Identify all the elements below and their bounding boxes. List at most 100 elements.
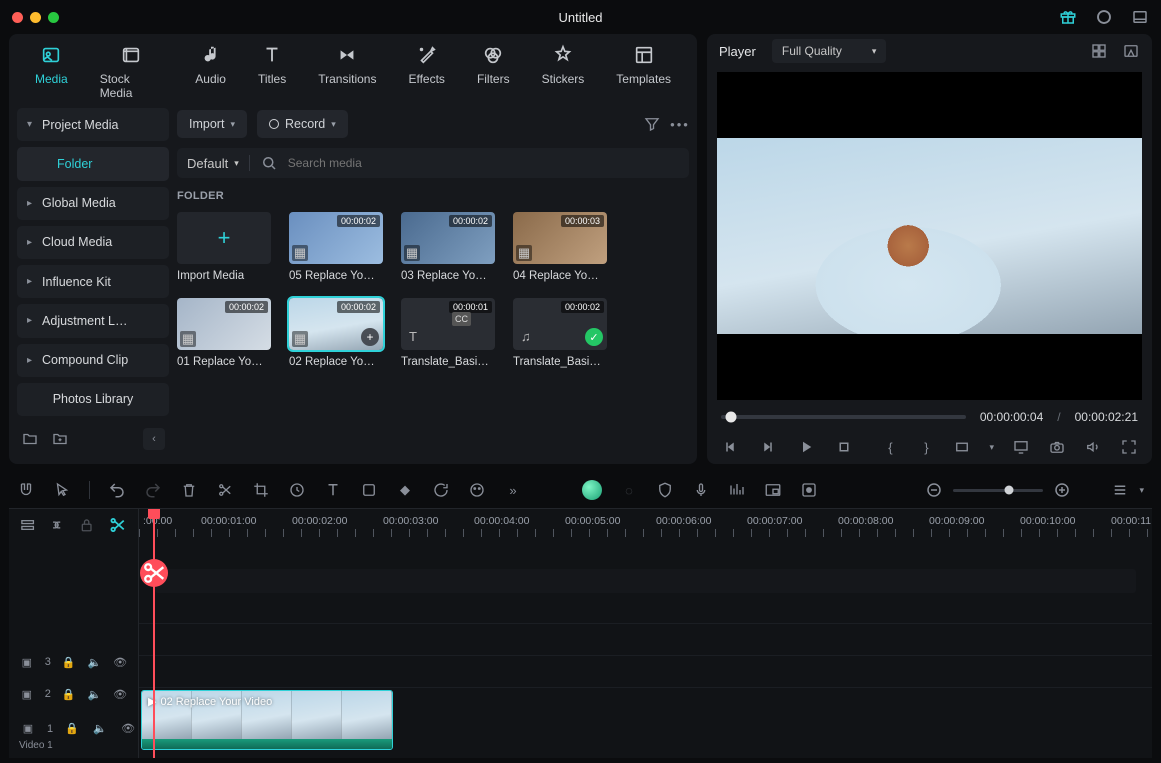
layout-icon[interactable]	[1131, 8, 1149, 26]
empty-track-area[interactable]	[155, 569, 1136, 593]
pip-icon[interactable]	[764, 481, 782, 499]
redo-icon[interactable]	[144, 481, 162, 499]
rotate-icon[interactable]	[432, 481, 450, 499]
import-button[interactable]: Import▾	[177, 110, 247, 138]
clip-01[interactable]: 00:00:02▦01 Replace Yo…	[177, 298, 271, 368]
split-header-icon[interactable]	[107, 514, 128, 536]
mask-icon[interactable]	[360, 481, 378, 499]
tab-audio[interactable]: Audio	[195, 44, 226, 100]
select-tool-icon[interactable]	[53, 481, 71, 499]
split-icon[interactable]	[216, 481, 234, 499]
tab-titles[interactable]: Titles	[258, 44, 286, 100]
zoom-slider[interactable]	[953, 489, 1043, 492]
sidebar-photos-library[interactable]: Photos Library	[17, 383, 169, 416]
keyframe-icon[interactable]: ◆	[396, 481, 414, 499]
tab-effects[interactable]: Effects	[408, 44, 444, 100]
new-folder-icon[interactable]	[21, 430, 39, 448]
snapshot-view-icon[interactable]	[1122, 42, 1140, 60]
search-input[interactable]	[288, 156, 679, 170]
shield-icon[interactable]	[656, 481, 674, 499]
color-icon[interactable]	[468, 481, 486, 499]
link-icon[interactable]	[48, 516, 65, 534]
quality-dropdown[interactable]: Full Quality▾	[772, 39, 887, 63]
crop-icon[interactable]	[252, 481, 270, 499]
sidebar-influence-kit[interactable]: ▸Influence Kit	[17, 265, 169, 298]
new-bin-icon[interactable]	[51, 430, 69, 448]
clip-translate-1[interactable]: 00:00:01TCCTranslate_Basi…	[401, 298, 495, 368]
clip-04[interactable]: 00:00:03▦04 Replace Yo…	[513, 212, 607, 282]
more-icon[interactable]: •••	[671, 115, 689, 133]
minimize-window[interactable]	[30, 12, 41, 23]
add-clip-icon[interactable]: +	[361, 328, 379, 346]
close-window[interactable]	[12, 12, 23, 23]
lock-icon[interactable]: 🔒	[61, 653, 77, 671]
track-1[interactable]: ▶02 Replace Your Video	[139, 687, 1152, 751]
next-frame-icon[interactable]	[759, 438, 777, 456]
sidebar-global-media[interactable]: ▸Global Media	[17, 187, 169, 220]
text-icon[interactable]	[324, 481, 342, 499]
zoom-out-icon[interactable]	[925, 481, 943, 499]
tab-templates[interactable]: Templates	[616, 44, 671, 100]
record-button[interactable]: Record▾	[257, 110, 348, 138]
filter-icon[interactable]	[643, 115, 661, 133]
track-options-icon[interactable]	[1111, 481, 1129, 499]
track-header-1[interactable]: ▣1🔒🔈👁 Video 1	[9, 710, 138, 758]
track-header-3[interactable]: ▣3🔒🔈👁	[9, 646, 138, 678]
maximize-window[interactable]	[48, 12, 59, 23]
marker-icon[interactable]: ◌	[620, 481, 638, 499]
record-screen-icon[interactable]	[800, 481, 818, 499]
eye-icon[interactable]: 👁	[112, 653, 128, 671]
playhead[interactable]	[153, 509, 155, 758]
playhead-scissor-icon[interactable]	[140, 559, 168, 587]
magnet-icon[interactable]	[17, 481, 35, 499]
timeline-canvas[interactable]: :00:00 00:00:01:00 00:00:02:00 00:00:03:…	[139, 509, 1152, 758]
play-icon[interactable]	[797, 438, 815, 456]
track-2[interactable]	[139, 655, 1152, 687]
eye-icon[interactable]: 👁	[112, 685, 128, 703]
timeline-ruler[interactable]: :00:00 00:00:01:00 00:00:02:00 00:00:03:…	[139, 509, 1152, 541]
tab-media[interactable]: Media	[35, 44, 68, 100]
mark-in-icon[interactable]: {	[881, 438, 899, 456]
clip-05[interactable]: 00:00:02▦05 Replace Yo…	[289, 212, 383, 282]
lock-icon[interactable]	[78, 516, 95, 534]
player-scrubber[interactable]	[721, 415, 966, 419]
timeline-clip[interactable]: ▶02 Replace Your Video	[141, 690, 393, 750]
more-tools-icon[interactable]: »	[504, 481, 522, 499]
camera-icon[interactable]	[1048, 438, 1066, 456]
player-viewport[interactable]	[717, 72, 1142, 400]
speed-icon[interactable]	[288, 481, 306, 499]
sidebar-compound-clip[interactable]: ▸Compound Clip	[17, 344, 169, 377]
circle-icon[interactable]	[1095, 8, 1113, 26]
mark-out-icon[interactable]: }	[917, 438, 935, 456]
zoom-in-icon[interactable]	[1053, 481, 1071, 499]
mute-icon[interactable]: 🔈	[87, 685, 103, 703]
ai-avatar-icon[interactable]	[582, 480, 602, 500]
collapse-sidebar[interactable]: ‹	[143, 428, 165, 450]
sort-dropdown[interactable]: Default▾	[187, 156, 239, 171]
lock-icon[interactable]: 🔒	[61, 685, 77, 703]
prev-frame-icon[interactable]	[721, 438, 739, 456]
stop-icon[interactable]	[835, 438, 853, 456]
tab-transitions[interactable]: Transitions	[318, 44, 376, 100]
fullscreen-icon[interactable]	[1120, 438, 1138, 456]
mute-icon[interactable]: 🔈	[91, 720, 109, 738]
import-media-tile[interactable]: +Import Media	[177, 212, 271, 282]
sidebar-project-media[interactable]: ▾Project Media	[17, 108, 169, 141]
sidebar-folder[interactable]: Folder	[17, 147, 169, 180]
sidebar-adjustment-layer[interactable]: ▸Adjustment L…	[17, 304, 169, 337]
timeline-view-icon[interactable]	[19, 516, 36, 534]
tab-filters[interactable]: Filters	[477, 44, 510, 100]
clip-03[interactable]: 00:00:02▦03 Replace Yo…	[401, 212, 495, 282]
audio-edit-icon[interactable]	[728, 481, 746, 499]
lock-icon[interactable]: 🔒	[63, 720, 81, 738]
sidebar-cloud-media[interactable]: ▸Cloud Media	[17, 226, 169, 259]
gift-icon[interactable]	[1059, 8, 1077, 26]
track-3[interactable]	[139, 623, 1152, 655]
clip-translate-2[interactable]: 00:00:02♫✓Translate_Basi…	[513, 298, 607, 368]
undo-icon[interactable]	[108, 481, 126, 499]
clip-02[interactable]: 00:00:02▦+02 Replace Yo…	[289, 298, 383, 368]
track-header-2[interactable]: ▣2🔒🔈👁	[9, 678, 138, 710]
grid-view-icon[interactable]	[1090, 42, 1108, 60]
tab-stickers[interactable]: Stickers	[542, 44, 585, 100]
mute-icon[interactable]: 🔈	[87, 653, 103, 671]
